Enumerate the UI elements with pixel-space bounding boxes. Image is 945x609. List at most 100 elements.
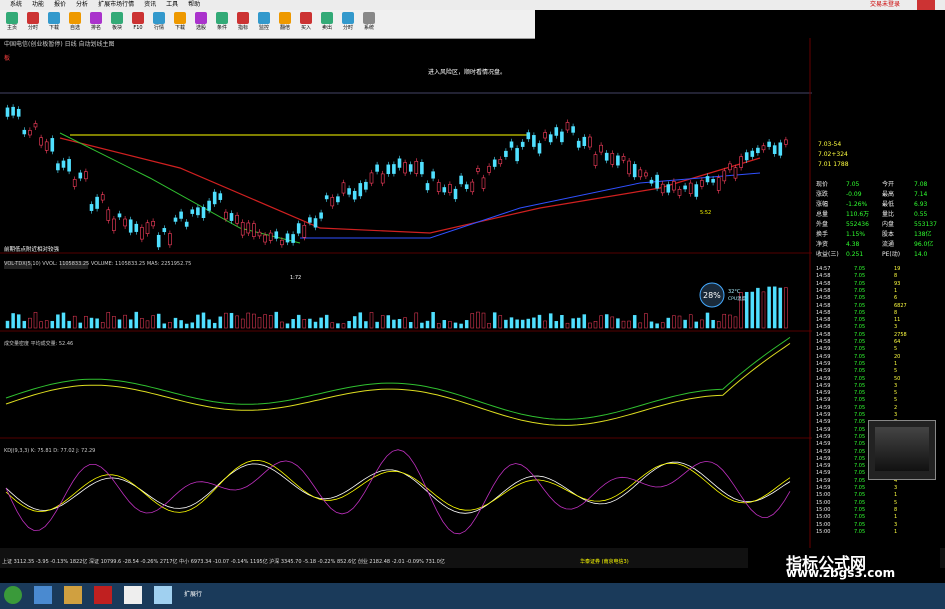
toolbar-button-3[interactable]: 自选 [67,12,83,32]
menu-item-2[interactable]: 报价 [54,0,66,10]
candle [397,158,402,168]
quote-cell: 4.38 [846,241,860,248]
tick-cell: 15:00 [816,521,831,528]
taskbar-label: 扩展行 [184,591,203,598]
volume-bar [207,319,211,329]
broker: 华泰证券 (南京电信3) [580,559,629,565]
tick-cell: 14:59 [816,382,831,389]
toolbar-button-8[interactable]: 下载 [172,12,188,32]
volume-bar [162,323,167,329]
tick-cell: 14:58 [816,331,831,338]
indicator-line-green [5,336,791,420]
tick-cell: 14:58 [816,339,831,345]
toolbar-button-15[interactable]: 卖出 [319,12,335,32]
toolbar-button-9[interactable]: 选股 [193,12,209,32]
volume-bar [610,316,615,329]
volume-bar [100,322,105,329]
tick-row: 14:59 7.05 2 [814,405,944,412]
tick-cell: 7.05 [854,360,866,367]
candle [565,122,570,131]
toolbar-button-11[interactable]: 指标 [235,12,251,32]
tick-cell: 3 [894,412,898,418]
tick-cell: 5 [894,397,898,404]
menu-item-4[interactable]: 扩展市场行情 [98,0,134,10]
toolbar-button-12[interactable]: 监控 [256,12,272,32]
toolbar-icon-11 [237,12,249,24]
toolbar-button-0[interactable]: 主页 [4,12,20,32]
toolbar-button-10[interactable]: 条件 [214,12,230,32]
volume-bar [705,312,710,329]
volume-bar [291,319,295,329]
quote-row: 涨幅 -1.26% 最低 6.93 [814,200,944,210]
tick-cell: 14:59 [816,463,831,470]
tick-cell: 50 [894,375,901,382]
toolbar-button-1[interactable]: 分时 [25,12,41,32]
candle [677,188,682,196]
tick-cell: 14:59 [816,404,831,411]
kline-chart[interactable]: 中国电信(创业板暂停) 日线 自动划线主图 板 进入风险区，顺时看情况盘。 前期… [0,38,812,548]
toolbar-button-16[interactable]: 分时 [340,12,356,32]
tick-cell: 5 [894,390,898,397]
menu-item-6[interactable]: 工具 [166,0,178,10]
tick-row: 15:00 7.05 8 [814,507,944,514]
toolbar-button-7[interactable]: 行情 [151,12,167,32]
video-overlay[interactable] [868,420,936,480]
notepad-icon[interactable] [124,586,142,604]
candle [767,141,771,147]
tick-cell: 14:59 [816,346,831,353]
volume-bar [526,318,531,329]
tick-cell: 7.05 [854,353,866,360]
toolbar-button-5[interactable]: 板块 [109,12,125,32]
volume-bar [688,314,693,329]
volume-bar [425,320,430,329]
volume-bar [44,320,49,329]
toolbar-label-7: 行情 [153,25,164,31]
start-icon[interactable] [4,586,22,604]
app-icon[interactable] [94,586,112,604]
menu-item-7[interactable]: 帮助 [188,0,200,10]
candle [369,172,374,184]
tick-cell: 7.05 [854,485,866,491]
tick-cell: 20 [894,353,901,360]
volume-bar [560,315,564,329]
tick-row: 14:59 7.05 5 [814,390,944,397]
candle [655,174,659,189]
toolbar-button-2[interactable]: 下载 [46,12,62,32]
menu-item-1[interactable]: 功能 [32,0,44,10]
candle [308,217,312,223]
candle [106,209,111,221]
order-book: 7.03-54 7.02+324 7.01 1788 [816,140,944,176]
toolbar-button-4[interactable]: 排名 [88,12,104,32]
tick-row: 14:59 7.05 5 [814,368,944,375]
candle [218,193,223,200]
volume-bar [352,316,357,329]
tick-cell: 7.05 [854,514,866,521]
candle [100,194,105,201]
candle [728,163,732,171]
toolbar-button-13[interactable]: 翻倍 [277,12,293,32]
volume-bar [778,287,783,329]
menu-item-0[interactable]: 系统 [10,0,22,10]
explorer-icon[interactable] [154,586,172,604]
volume-bar [218,316,223,329]
toolbar-button-17[interactable]: 系统 [361,12,377,32]
volume-bar [386,315,391,329]
volume-bar [296,314,301,329]
menu-item-5[interactable]: 资讯 [144,0,156,10]
menu-item-3[interactable]: 分析 [76,0,88,10]
volume-bar [464,320,469,329]
volume-bar [375,321,379,329]
login-status[interactable]: 交易未登录 [870,0,900,10]
tick-cell: 14:59 [816,485,831,491]
toolbar-button-6[interactable]: F10 [130,12,146,32]
candle [408,164,413,172]
close-icon[interactable] [917,0,935,10]
folder-icon[interactable] [64,586,82,604]
tick-cell: 14:58 [816,295,831,302]
volume-bar [347,320,351,329]
browser-icon[interactable] [34,586,52,604]
trend-line-green [59,132,301,244]
quote-cell: 换手 [816,231,829,238]
toolbar-button-14[interactable]: 买入 [298,12,314,32]
candle [16,108,21,117]
